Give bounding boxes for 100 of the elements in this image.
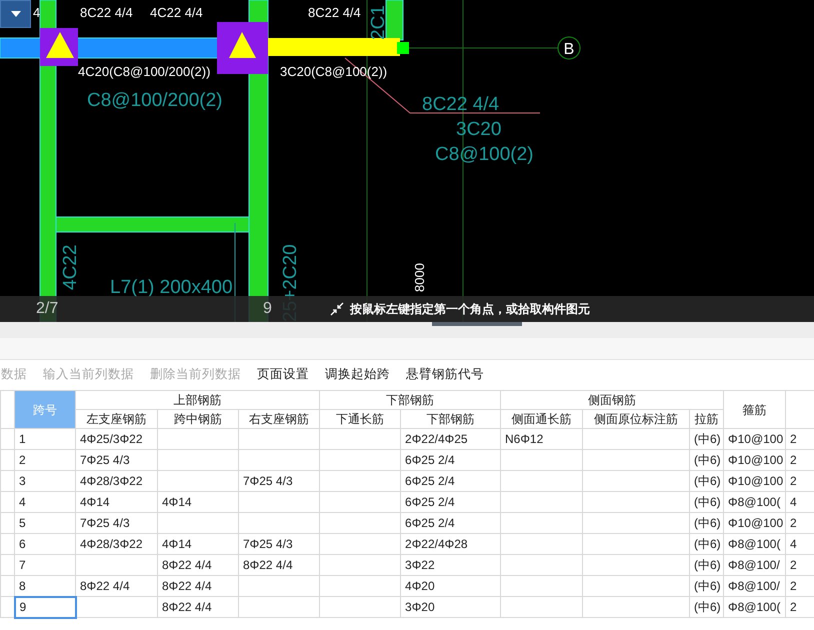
table-cell[interactable]: N6Φ12 bbox=[500, 428, 583, 450]
table-cell[interactable] bbox=[582, 428, 690, 450]
table-cell[interactable]: 7 bbox=[14, 554, 76, 576]
table-cell[interactable] bbox=[76, 596, 158, 618]
table-cell[interactable] bbox=[320, 596, 401, 618]
table-cell[interactable]: 4Φ28/3Φ22 bbox=[76, 534, 158, 554]
table-cell[interactable]: 1 bbox=[14, 428, 76, 450]
table-cell[interactable]: Φ8@100( bbox=[724, 596, 786, 618]
table-cell[interactable] bbox=[320, 512, 401, 534]
table-cell[interactable]: 7Φ25 4/3 bbox=[238, 470, 320, 492]
table-cell[interactable] bbox=[320, 576, 401, 596]
table-cell[interactable] bbox=[158, 512, 238, 534]
table-cell[interactable] bbox=[582, 492, 690, 512]
table-cell[interactable] bbox=[500, 596, 583, 618]
table-cell[interactable]: 7Φ25 4/3 bbox=[238, 534, 320, 554]
table-cell[interactable] bbox=[500, 450, 583, 470]
table-cell[interactable]: 6Φ25 2/4 bbox=[400, 470, 501, 492]
column-header[interactable]: 侧面通长筋 bbox=[500, 410, 583, 428]
table-cell[interactable]: (中6) bbox=[690, 470, 724, 492]
table-cell[interactable]: 6Φ25 2/4 bbox=[400, 512, 501, 534]
table-cell[interactable] bbox=[500, 554, 583, 576]
column-header[interactable] bbox=[786, 390, 814, 428]
table-cell[interactable] bbox=[238, 450, 320, 470]
table-cell[interactable]: Φ10@100 bbox=[724, 450, 786, 470]
table-cell[interactable]: Φ8@100( bbox=[724, 492, 786, 512]
table-cell[interactable]: (中6) bbox=[690, 576, 724, 596]
table-cell[interactable]: 9 bbox=[14, 596, 76, 618]
table-cell[interactable] bbox=[238, 596, 320, 618]
table-cell[interactable]: Φ10@100 bbox=[724, 428, 786, 450]
table-cell[interactable]: 7Φ25 4/3 bbox=[76, 512, 158, 534]
table-cell[interactable]: 8Φ22 4/4 bbox=[158, 554, 238, 576]
table-cell[interactable] bbox=[500, 576, 583, 596]
column-header[interactable]: 下部钢筋 bbox=[400, 410, 501, 428]
view-dropdown[interactable] bbox=[0, 0, 31, 28]
table-cell[interactable]: 4 bbox=[14, 492, 76, 512]
table-cell[interactable]: 4Φ14 bbox=[76, 492, 158, 512]
table-cell[interactable]: 4Φ28/3Φ22 bbox=[76, 470, 158, 492]
table-cell[interactable]: Φ8@100/ bbox=[724, 554, 786, 576]
table-cell[interactable]: (中6) bbox=[690, 450, 724, 470]
column-header[interactable]: 箍筋 bbox=[724, 390, 786, 428]
table-cell[interactable]: 3 bbox=[14, 470, 76, 492]
table-cell[interactable] bbox=[238, 492, 320, 512]
table-cell[interactable]: 5 bbox=[14, 512, 76, 534]
column-header[interactable]: 右支座钢筋 bbox=[238, 410, 320, 428]
table-cell[interactable] bbox=[320, 492, 401, 512]
table-cell[interactable]: (中6) bbox=[690, 554, 724, 576]
table-cell[interactable]: (中6) bbox=[690, 534, 724, 554]
table-cell[interactable]: (中6) bbox=[690, 596, 724, 618]
column-header[interactable]: 侧面原位标注筋 bbox=[582, 410, 690, 428]
toolbar-button[interactable]: 调换起始跨 bbox=[325, 364, 390, 384]
table-cell[interactable]: (中6) bbox=[690, 428, 724, 450]
column-header[interactable]: 下通长筋 bbox=[320, 410, 401, 428]
table-cell[interactable]: 8Φ22 4/4 bbox=[158, 576, 238, 596]
table-cell[interactable] bbox=[582, 596, 690, 618]
table-cell[interactable] bbox=[320, 534, 401, 554]
table-cell[interactable]: Φ10@100 bbox=[724, 470, 786, 492]
table-cell[interactable]: 3Φ20 bbox=[400, 596, 501, 618]
table-cell[interactable]: 2 bbox=[14, 450, 76, 470]
table-cell[interactable]: 4Φ14 bbox=[158, 492, 238, 512]
table-cell[interactable]: 4Φ25/3Φ22 bbox=[76, 428, 158, 450]
table-cell[interactable] bbox=[158, 450, 238, 470]
toolbar-button[interactable]: 悬臂钢筋代号 bbox=[406, 364, 484, 384]
table-cell[interactable]: 8Φ22 4/4 bbox=[158, 596, 238, 618]
table-cell[interactable] bbox=[582, 512, 690, 534]
column-header[interactable]: 侧面钢筋 bbox=[500, 390, 724, 410]
column-header[interactable]: 下部钢筋 bbox=[320, 390, 501, 410]
table-cell[interactable]: 6Φ25 2/4 bbox=[400, 450, 501, 470]
table-cell[interactable]: Φ8@100/ bbox=[724, 576, 786, 596]
table-cell[interactable] bbox=[320, 470, 401, 492]
table-cell[interactable]: 4Φ20 bbox=[400, 576, 501, 596]
table-cell[interactable]: 2Φ22/4Φ25 bbox=[400, 428, 501, 450]
table-cell[interactable]: 6 bbox=[14, 534, 76, 554]
table-cell[interactable] bbox=[158, 428, 238, 450]
table-cell[interactable] bbox=[500, 534, 583, 554]
table-cell[interactable] bbox=[320, 554, 401, 576]
table-cell[interactable]: Φ10@100 bbox=[724, 512, 786, 534]
table-cell[interactable]: 6Φ25 2/4 bbox=[400, 492, 501, 512]
table-cell[interactable] bbox=[500, 470, 583, 492]
table-cell[interactable] bbox=[500, 512, 583, 534]
table-cell[interactable]: Φ8@100( bbox=[724, 534, 786, 554]
table-cell[interactable] bbox=[500, 492, 583, 512]
toolbar-button[interactable]: 页面设置 bbox=[257, 364, 309, 384]
table-cell[interactable]: 2Φ22/4Φ28 bbox=[400, 534, 501, 554]
table-cell[interactable] bbox=[582, 450, 690, 470]
table-cell[interactable]: 4Φ14 bbox=[158, 534, 238, 554]
table-cell[interactable] bbox=[320, 450, 401, 470]
table-cell[interactable]: 8Φ22 4/4 bbox=[238, 554, 320, 576]
table-cell[interactable] bbox=[582, 576, 690, 596]
table-cell[interactable] bbox=[320, 428, 401, 450]
table-cell[interactable]: 8Φ22 4/4 bbox=[76, 576, 158, 596]
grip-icon[interactable] bbox=[397, 42, 409, 54]
table-cell[interactable] bbox=[582, 470, 690, 492]
table-cell[interactable] bbox=[158, 470, 238, 492]
table-cell[interactable] bbox=[238, 576, 320, 596]
table-cell[interactable] bbox=[238, 428, 320, 450]
table-cell[interactable] bbox=[238, 512, 320, 534]
table-cell[interactable]: 7Φ25 4/3 bbox=[76, 450, 158, 470]
column-header[interactable]: 左支座钢筋 bbox=[76, 410, 158, 428]
column-header[interactable]: 拉筋 bbox=[690, 410, 724, 428]
table-cell[interactable]: 3Φ22 bbox=[400, 554, 501, 576]
